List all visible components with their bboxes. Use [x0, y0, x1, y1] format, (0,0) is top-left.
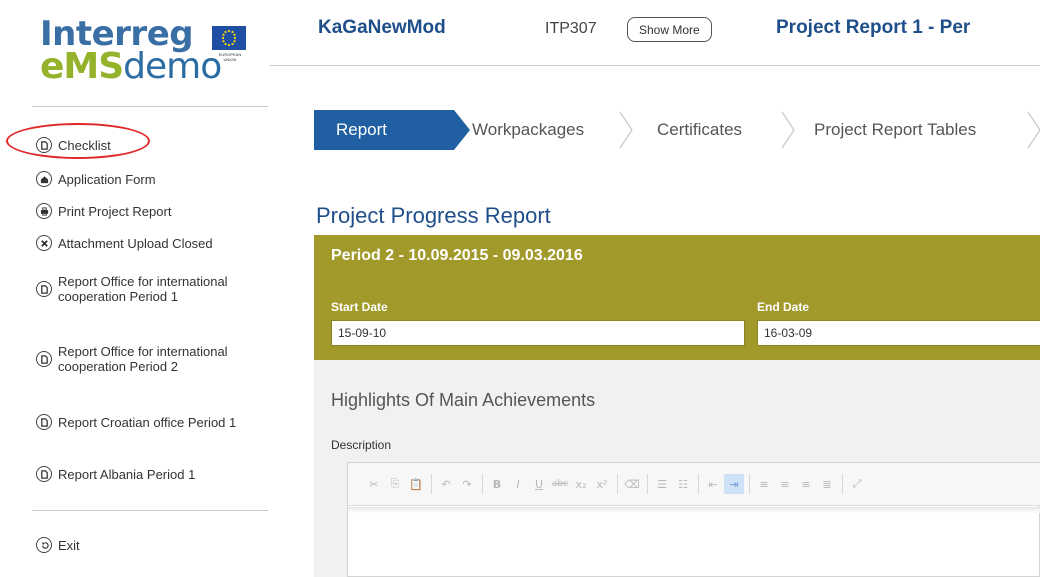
- bulleted-list-icon[interactable]: ☷: [673, 474, 693, 494]
- sidebar-divider-bottom: [32, 510, 268, 511]
- remove-format-icon[interactable]: ⌫: [622, 474, 642, 494]
- step-report[interactable]: Report: [314, 110, 454, 150]
- document-icon: [36, 351, 52, 367]
- step-report-arrow: [454, 110, 470, 150]
- underline-icon[interactable]: U: [529, 474, 549, 494]
- toolbar-separator: [698, 474, 699, 494]
- toolbar-separator: [647, 474, 648, 494]
- report-title: Project Report 1 - Per: [776, 17, 971, 38]
- subscript-icon[interactable]: x₂: [571, 474, 591, 494]
- step-separator-chevron-icon: [619, 111, 633, 149]
- sidebar-divider-top: [32, 106, 268, 107]
- highlights-section: Highlights Of Main Achievements Descript…: [314, 360, 1040, 577]
- step-separator-chevron-icon: [781, 111, 795, 149]
- indent-icon[interactable]: ⇥: [724, 474, 744, 494]
- align-center-icon[interactable]: ≡: [775, 474, 795, 494]
- step-project-report-tables[interactable]: Project Report Tables: [814, 110, 976, 150]
- sidebar-item-label: Report Office for international cooperat…: [58, 344, 228, 374]
- end-date-field[interactable]: 16-03-09: [757, 320, 1040, 346]
- report-steps-nav: Report Workpackages Certificates Project…: [314, 110, 1040, 150]
- sidebar-item-label: Attachment Upload Closed: [58, 235, 213, 251]
- sidebar-item-report-albania[interactable]: Report Albania Period 1: [36, 466, 195, 482]
- numbered-list-icon[interactable]: ☰: [652, 474, 672, 494]
- exit-icon: [36, 537, 52, 553]
- header-divider: [270, 65, 1040, 66]
- document-icon: [36, 466, 52, 482]
- italic-icon[interactable]: I: [508, 474, 528, 494]
- sidebar-item-label: Report Croatian office Period 1: [58, 414, 237, 430]
- step-separator-chevron-icon: [1027, 111, 1040, 149]
- period-title: Period 2 - 10.09.2015 - 09.03.2016: [331, 247, 583, 264]
- description-editor: ✂ ⎘ 📋 ↶ ↷ B I U abc x₂ x² ⌫ ☰ ☷ ⇤ ⇥ ≡ ≡ …: [347, 462, 1040, 577]
- step-certificates[interactable]: Certificates: [657, 110, 742, 150]
- exit-label: Exit: [58, 537, 80, 553]
- document-icon: [36, 414, 52, 430]
- paste-icon[interactable]: 📋: [406, 474, 426, 494]
- end-date-label: End Date: [757, 300, 810, 314]
- sidebar-item-report-office-period-1[interactable]: Report Office for international cooperat…: [36, 274, 248, 304]
- cut-icon[interactable]: ✂: [364, 474, 384, 494]
- toolbar-separator: [749, 474, 750, 494]
- home-icon: [36, 171, 52, 187]
- step-workpackages[interactable]: Workpackages: [472, 110, 584, 150]
- project-acronym: KaGaNewMod: [318, 17, 446, 38]
- sidebar-exit-button[interactable]: Exit: [36, 537, 80, 553]
- close-icon: [36, 235, 52, 251]
- sidebar-item-label: Report Office for international cooperat…: [58, 274, 228, 304]
- undo-icon[interactable]: ↶: [436, 474, 456, 494]
- sidebar-item-label: Report Albania Period 1: [58, 466, 196, 482]
- interreg-ems-logo: Interreg EUROPEAN UNION eMSdemo: [36, 12, 256, 90]
- sidebar-item-print-project-report[interactable]: Print Project Report: [36, 203, 171, 219]
- bold-icon[interactable]: B: [487, 474, 507, 494]
- page-title: Project Progress Report: [316, 203, 551, 228]
- align-right-icon[interactable]: ≡: [796, 474, 816, 494]
- start-date-label: Start Date: [331, 300, 388, 314]
- toolbar-separator: [431, 474, 432, 494]
- maximize-icon[interactable]: ⤢: [847, 474, 867, 494]
- document-icon: [36, 281, 52, 297]
- toolbar-separator: [617, 474, 618, 494]
- logo-emsdemo-text: eMSdemo: [40, 46, 222, 87]
- print-icon: [36, 203, 52, 219]
- superscript-icon[interactable]: x²: [592, 474, 612, 494]
- justify-icon[interactable]: ≣: [817, 474, 837, 494]
- project-code: ITP307: [545, 20, 597, 37]
- checklist-highlight-annotation: [6, 123, 150, 159]
- redo-icon[interactable]: ↷: [457, 474, 477, 494]
- editor-toolbar: ✂ ⎘ 📋 ↶ ↷ B I U abc x₂ x² ⌫ ☰ ☷ ⇤ ⇥ ≡ ≡ …: [348, 463, 1040, 506]
- align-left-icon[interactable]: ≡: [754, 474, 774, 494]
- sidebar-item-label: Print Project Report: [58, 203, 172, 219]
- description-textarea[interactable]: [348, 507, 1040, 577]
- start-date-field[interactable]: 15-09-10: [331, 320, 745, 346]
- toolbar-separator: [482, 474, 483, 494]
- show-more-button[interactable]: Show More: [627, 17, 712, 42]
- outdent-icon[interactable]: ⇤: [703, 474, 723, 494]
- sidebar-item-application-form[interactable]: Application Form: [36, 171, 156, 187]
- sidebar-item-label: Application Form: [58, 171, 156, 187]
- toolbar-separator: [842, 474, 843, 494]
- strikethrough-icon[interactable]: abc: [550, 474, 570, 494]
- sidebar-item-attachment-upload-closed[interactable]: Attachment Upload Closed: [36, 235, 213, 251]
- highlights-title: Highlights Of Main Achievements: [331, 390, 596, 410]
- copy-icon[interactable]: ⎘: [385, 474, 405, 494]
- sidebar-item-report-office-period-2[interactable]: Report Office for international cooperat…: [36, 344, 248, 374]
- description-label: Description: [331, 438, 392, 452]
- period-panel: Period 2 - 10.09.2015 - 09.03.2016 Start…: [314, 235, 1040, 360]
- sidebar-item-report-croatian-office[interactable]: Report Croatian office Period 1: [36, 414, 248, 430]
